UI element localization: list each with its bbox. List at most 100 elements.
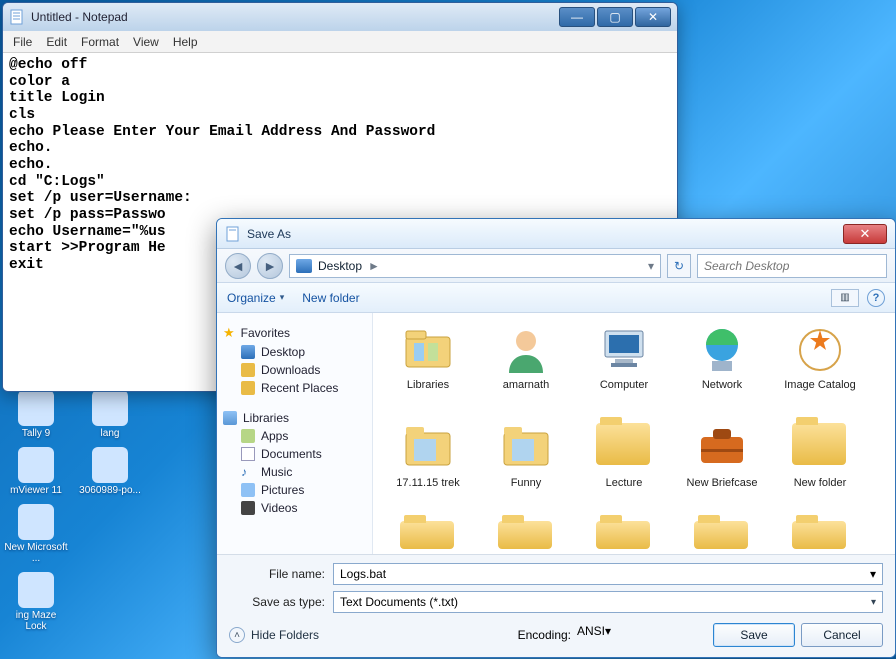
file-item[interactable] <box>773 517 867 554</box>
file-item[interactable]: Image Catalog <box>773 321 867 419</box>
picture-icon <box>241 483 255 497</box>
save-type-select[interactable]: Text Documents (*.txt)▾ <box>333 591 883 613</box>
nav-back-button[interactable]: ◄ <box>225 253 251 279</box>
sidebar-item-recent[interactable]: Recent Places <box>223 379 366 397</box>
sidebar-item-music[interactable]: ♪Music <box>223 463 366 481</box>
folder-icon <box>596 423 652 473</box>
file-item[interactable] <box>381 517 475 554</box>
file-item-label: Network <box>702 379 742 392</box>
sidebar-item-videos[interactable]: Videos <box>223 499 366 517</box>
desktop-icon[interactable]: ing Maze Lock <box>4 572 68 632</box>
chevron-down-icon[interactable]: ▾ <box>648 259 654 273</box>
file-item[interactable]: Lecture <box>577 419 671 517</box>
close-button[interactable]: ✕ <box>843 224 887 244</box>
file-item-label: New Briefcase <box>687 477 758 490</box>
sidebar-favorites-header[interactable]: ★ Favorites <box>223 325 366 341</box>
sidebar-item-pictures[interactable]: Pictures <box>223 481 366 499</box>
breadcrumb[interactable]: Desktop ► ▾ <box>289 254 661 278</box>
saveas-sidebar: ★ Favorites Desktop Downloads Recent Pla… <box>217 313 373 554</box>
save-button[interactable]: Save <box>713 623 795 647</box>
menu-edit[interactable]: Edit <box>46 35 67 49</box>
maximize-button[interactable]: ▢ <box>597 7 633 27</box>
desktop-icon[interactable]: New Microsoft ... <box>4 504 68 564</box>
file-item-label: Image Catalog <box>784 379 856 392</box>
nav-forward-button[interactable]: ► <box>257 253 283 279</box>
desktop-icon[interactable]: mViewer 11 <box>4 447 68 496</box>
chevron-right-icon: ► <box>368 259 380 273</box>
chevron-down-icon[interactable]: ▾ <box>871 597 876 608</box>
file-name-input[interactable]: Logs.bat▾ <box>333 563 883 585</box>
desktop-icon[interactable]: Tally 9 <box>4 390 68 439</box>
file-item[interactable]: New Briefcase <box>675 419 769 517</box>
file-item[interactable]: New folder <box>773 419 867 517</box>
saveas-titlebar[interactable]: Save As ✕ <box>217 219 895 249</box>
file-item-label: Libraries <box>407 379 449 392</box>
minimize-button[interactable]: — <box>559 7 595 27</box>
disc-icon <box>792 325 848 375</box>
desktop-icon <box>241 345 255 359</box>
file-item[interactable] <box>479 517 573 554</box>
search-input[interactable] <box>697 254 887 278</box>
chevron-down-icon[interactable]: ▾ <box>605 624 611 638</box>
desktop-icon[interactable]: lang <box>78 390 142 439</box>
file-item[interactable]: Computer <box>577 321 671 419</box>
notepad-titlebar[interactable]: Untitled - Notepad — ▢ ✕ <box>3 3 677 31</box>
libraries-icon <box>400 325 456 375</box>
organize-menu[interactable]: Organize <box>227 291 284 305</box>
notepad-icon <box>9 9 25 25</box>
star-icon: ★ <box>223 325 235 341</box>
folder-icon <box>400 521 456 553</box>
chevron-down-icon[interactable]: ▾ <box>870 567 876 581</box>
sidebar-item-apps[interactable]: Apps <box>223 427 366 445</box>
saveas-fileview[interactable]: Libraries amarnath Computer Network Image Ca… <box>373 313 895 554</box>
help-button[interactable]: ? <box>867 289 885 307</box>
desktop-icon[interactable]: 3060989-po... <box>78 447 142 496</box>
menu-view[interactable]: View <box>133 35 159 49</box>
file-item-label: 17.11.15 trek <box>396 477 459 490</box>
cancel-button[interactable]: Cancel <box>801 623 883 647</box>
notepad-title-text: Untitled - Notepad <box>31 10 128 24</box>
briefcase-icon <box>694 423 750 473</box>
save-type-label: Save as type: <box>229 595 325 609</box>
new-folder-button[interactable]: New folder <box>302 291 359 305</box>
computer-icon <box>596 325 652 375</box>
notepad-icon <box>225 226 241 242</box>
file-item-label: Computer <box>600 379 648 392</box>
saveas-title-text: Save As <box>247 227 291 241</box>
desktop-icons: Tally 9 lang mViewer 11 3060989-po... Ne… <box>4 390 142 632</box>
file-item[interactable] <box>675 517 769 554</box>
encoding-label: Encoding: <box>518 628 571 642</box>
sidebar-libraries-header[interactable]: Libraries <box>223 411 366 425</box>
folder-icon <box>694 521 750 553</box>
chevron-up-icon: ˄ <box>229 627 245 643</box>
folder-icon <box>596 521 652 553</box>
menu-file[interactable]: File <box>13 35 32 49</box>
file-item[interactable]: Funny <box>479 419 573 517</box>
menu-format[interactable]: Format <box>81 35 119 49</box>
sidebar-item-downloads[interactable]: Downloads <box>223 361 366 379</box>
notepad-menubar: File Edit Format View Help <box>3 31 677 53</box>
download-icon <box>241 363 255 377</box>
refresh-button[interactable]: ↻ <box>667 254 691 278</box>
close-button[interactable]: ✕ <box>635 7 671 27</box>
menu-help[interactable]: Help <box>173 35 198 49</box>
hide-folders-button[interactable]: ˄ Hide Folders <box>229 627 319 643</box>
saveas-nav: ◄ ► Desktop ► ▾ ↻ <box>217 249 895 283</box>
encoding-select[interactable]: ANSI▾ <box>577 624 707 646</box>
folder-icon <box>241 429 255 443</box>
folder-icon <box>792 521 848 553</box>
file-item[interactable]: Libraries <box>381 321 475 419</box>
photo1-icon <box>400 423 456 473</box>
file-item[interactable]: amarnath <box>479 321 573 419</box>
breadcrumb-location: Desktop <box>318 259 362 273</box>
music-icon: ♪ <box>241 465 255 479</box>
sidebar-item-documents[interactable]: Documents <box>223 445 366 463</box>
libraries-icon <box>223 411 237 425</box>
file-name-label: File name: <box>229 567 325 581</box>
file-item[interactable]: Network <box>675 321 769 419</box>
file-item[interactable] <box>577 517 671 554</box>
sidebar-item-desktop[interactable]: Desktop <box>223 343 366 361</box>
view-options-button[interactable]: ▥ <box>831 289 859 307</box>
file-item-label: amarnath <box>503 379 549 392</box>
file-item[interactable]: 17.11.15 trek <box>381 419 475 517</box>
